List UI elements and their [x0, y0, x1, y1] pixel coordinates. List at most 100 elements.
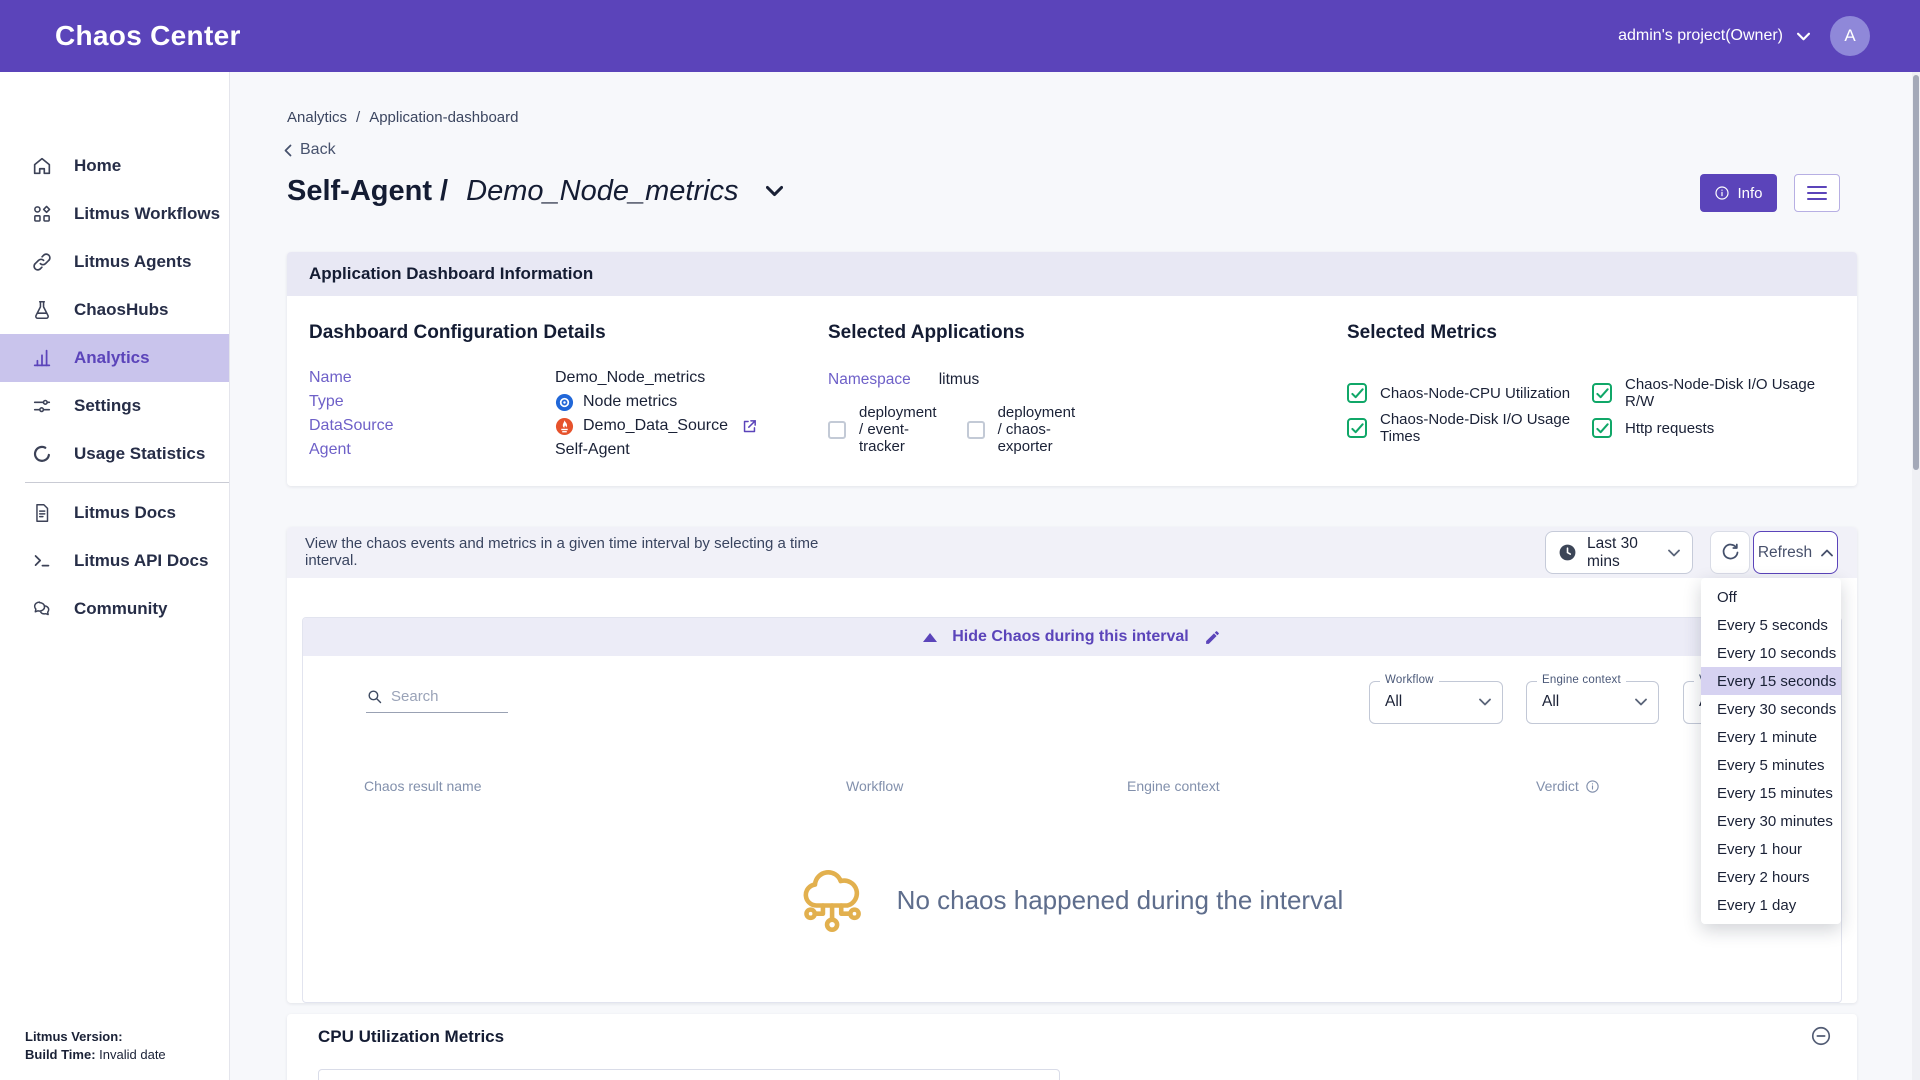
chevron-up-icon [1821, 549, 1833, 557]
checkbox-label: deployment / chaos-exporter [998, 404, 1076, 455]
config-value: Self-Agent [555, 441, 630, 459]
refresh-option-every-1-hour[interactable]: Every 1 hour [1701, 835, 1841, 863]
config-value: Node metrics [555, 393, 677, 412]
refresh-icon [1720, 542, 1741, 563]
sidebar-item-label: Litmus Workflows [74, 204, 220, 224]
litmus-version-label: Litmus Version: [25, 1029, 123, 1044]
column-header-label: Verdict [1536, 778, 1579, 794]
refresh-option-every-5-minutes[interactable]: Every 5 minutes [1701, 751, 1841, 779]
checkbox-unchecked[interactable] [967, 421, 985, 439]
dashboard-menu-button[interactable] [1794, 174, 1840, 212]
config-details-rows: Name Demo_Node_metrics Type Node metrics… [309, 366, 758, 462]
sidebar-item-litmus-api-docs[interactable]: Litmus API Docs [0, 537, 229, 585]
checkbox-checked[interactable] [1592, 383, 1612, 403]
avatar[interactable]: A [1830, 16, 1870, 56]
sidebar-item-usage-statistics[interactable]: Usage Statistics [0, 430, 229, 478]
sidebar-item-analytics[interactable]: Analytics [0, 334, 229, 382]
metrics-row: Chaos-Node-Disk I/O Usage Times Http req… [1347, 411, 1837, 445]
project-selector[interactable]: admin's project(Owner) [1618, 27, 1810, 45]
column-header-chaos-result-name: Chaos result name [364, 778, 482, 794]
time-range-dropdown[interactable]: Last 30 mins [1545, 531, 1693, 574]
metrics-row: Chaos-Node-CPU Utilization Chaos-Node-Di… [1347, 376, 1837, 410]
config-details-title: Dashboard Configuration Details [309, 322, 606, 344]
verdict-info-icon[interactable] [1585, 779, 1600, 794]
sidebar-item-home[interactable]: Home [0, 142, 229, 190]
config-label: DataSource [309, 417, 555, 435]
refresh-option-every-5-seconds[interactable]: Every 5 seconds [1701, 611, 1841, 639]
chaos-interval-panel: View the chaos events and metrics in a g… [287, 527, 1857, 1003]
checkbox-checked[interactable] [1347, 383, 1367, 403]
external-link-icon[interactable] [741, 418, 758, 435]
column-header-engine-context: Engine context [1127, 778, 1220, 794]
sidebar-item-settings[interactable]: Settings [0, 382, 229, 430]
sidebar-item-label: Analytics [74, 348, 150, 368]
engine-context-filter[interactable]: Engine context All [1526, 681, 1659, 724]
refresh-option-every-1-day[interactable]: Every 1 day [1701, 891, 1841, 919]
clock-icon [1558, 543, 1577, 562]
refresh-option-every-15-seconds[interactable]: Every 15 seconds [1701, 667, 1841, 695]
refresh-option-off[interactable]: Off [1701, 583, 1841, 611]
checkbox-checked[interactable] [1347, 418, 1367, 438]
search-input[interactable] [391, 688, 508, 705]
config-row-type: Type Node metrics [309, 390, 758, 414]
config-label: Name [309, 369, 555, 387]
project-label: admin's project(Owner) [1618, 27, 1783, 45]
top-bar-right: admin's project(Owner) A [1618, 0, 1870, 72]
chaos-results-card: Hide Chaos during this interval Workflow… [302, 617, 1842, 1003]
page-title-dashboard-name: Demo_Node_metrics [466, 175, 738, 208]
terminal-icon [30, 549, 54, 573]
checkbox-label: deployment / event-tracker [859, 404, 937, 455]
hide-chaos-toggle[interactable]: Hide Chaos during this interval [303, 618, 1841, 656]
cpu-chart-placeholder [318, 1069, 1060, 1080]
chevron-down-icon [1635, 698, 1647, 706]
workflow-filter[interactable]: Workflow All [1369, 681, 1503, 724]
chat-bubbles-icon [30, 597, 54, 621]
dashboard-switcher-chevron-down-icon[interactable] [766, 185, 783, 197]
metric-checkbox-cpu-utilization: Chaos-Node-CPU Utilization [1347, 376, 1592, 410]
hide-chaos-label: Hide Chaos during this interval [952, 628, 1188, 646]
refresh-now-button[interactable] [1710, 531, 1750, 574]
info-icon [1714, 185, 1730, 201]
refresh-option-every-10-seconds[interactable]: Every 10 seconds [1701, 639, 1841, 667]
config-value-text: Node metrics [583, 393, 677, 411]
results-table-header: Chaos result name Workflow Engine contex… [303, 778, 1841, 798]
breadcrumb-separator: / [356, 109, 360, 126]
sidebar-item-litmus-agents[interactable]: Litmus Agents [0, 238, 229, 286]
refresh-option-every-2-hours[interactable]: Every 2 hours [1701, 863, 1841, 891]
sidebar-secondary-nav: Litmus Docs Litmus API Docs Community [0, 489, 229, 633]
collapse-section-button[interactable] [1810, 1025, 1832, 1047]
breadcrumb-analytics[interactable]: Analytics [287, 109, 347, 126]
sidebar-item-litmus-docs[interactable]: Litmus Docs [0, 489, 229, 537]
checkbox-unchecked[interactable] [828, 421, 846, 439]
refresh-option-every-30-minutes[interactable]: Every 30 minutes [1701, 807, 1841, 835]
cloud-circuit-icon [801, 862, 865, 938]
empty-state: No chaos happened during the interval [303, 862, 1841, 938]
breadcrumb-current-page: Application-dashboard [369, 109, 518, 126]
prometheus-icon [555, 417, 574, 436]
sidebar-item-community[interactable]: Community [0, 585, 229, 633]
edit-pencil-icon[interactable] [1204, 629, 1221, 646]
refresh-interval-dropdown[interactable]: Refresh [1753, 531, 1838, 574]
refresh-option-every-1-minute[interactable]: Every 1 minute [1701, 723, 1841, 751]
refresh-interval-menu: Off Every 5 seconds Every 10 seconds Eve… [1701, 578, 1841, 924]
empty-message: No chaos happened during the interval [897, 885, 1344, 916]
metric-checkbox-disk-io-times: Chaos-Node-Disk I/O Usage Times [1347, 411, 1592, 445]
sidebar-item-label: Community [74, 599, 168, 619]
sidebar-primary-nav: Home Litmus Workflows Litmus Agents Chao… [0, 142, 229, 478]
checkbox-checked[interactable] [1592, 418, 1612, 438]
back-label: Back [300, 141, 336, 159]
breadcrumb: Analytics / Application-dashboard [287, 109, 518, 126]
scrollbar-thumb[interactable] [1913, 75, 1919, 470]
refresh-option-every-15-minutes[interactable]: Every 15 minutes [1701, 779, 1841, 807]
sidebar-item-chaoshubs[interactable]: ChaosHubs [0, 286, 229, 334]
scrollbar-track[interactable] [1912, 72, 1920, 1080]
refresh-option-every-30-seconds[interactable]: Every 30 seconds [1701, 695, 1841, 723]
document-icon [30, 501, 54, 525]
application-checkbox-chaos-exporter: deployment / chaos-exporter [967, 404, 1076, 455]
sidebar-item-label: Litmus Agents [74, 252, 191, 272]
sidebar-item-litmus-workflows[interactable]: Litmus Workflows [0, 190, 229, 238]
back-link[interactable]: Back [284, 141, 336, 159]
info-button[interactable]: Info [1700, 174, 1777, 212]
interval-description: View the chaos events and metrics in a g… [305, 535, 835, 569]
metric-checkbox-disk-io-rw: Chaos-Node-Disk I/O Usage R/W [1592, 376, 1837, 410]
